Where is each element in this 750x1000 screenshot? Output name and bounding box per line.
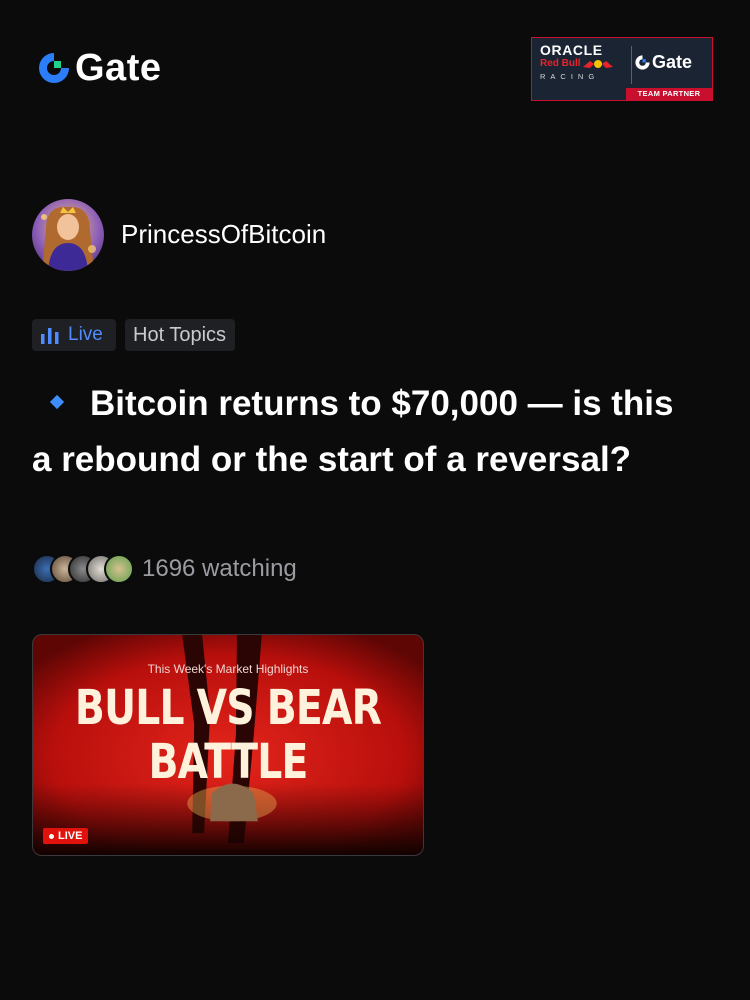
video-title-line2: BATTLE <box>148 734 308 790</box>
tag-live-label: Live <box>68 324 103 345</box>
oracle-text: ORACLE <box>540 42 603 58</box>
tag-hot-topics[interactable]: Hot Topics <box>125 319 235 351</box>
team-partner-strip: TEAM PARTNER <box>626 88 712 100</box>
live-video-card[interactable]: This Week's Market Highlights BULL VS BE… <box>32 634 424 856</box>
diamond-icon <box>49 395 65 410</box>
post-headline[interactable]: Bitcoin returns to $70,000 — is this a r… <box>32 376 692 488</box>
headline-text: Bitcoin returns to $70,000 — is this a r… <box>32 384 674 479</box>
author-avatar[interactable] <box>32 199 104 271</box>
oracle-redbull-logo: ORACLE Red Bull RACING <box>540 43 626 82</box>
author-name[interactable]: PrincessOfBitcoin <box>121 218 326 250</box>
bulls-icon <box>582 60 613 68</box>
partner-gate-text: Gate <box>652 52 693 72</box>
video-title: BULL VS BEAR BATTLE <box>68 681 388 789</box>
gate-logo-icon <box>635 54 650 70</box>
redbull-text: Red Bull <box>540 58 581 69</box>
partner-divider <box>631 46 632 84</box>
watchers-row: 1696 watching <box>32 553 297 585</box>
watcher-avatar <box>104 554 134 584</box>
brand-name: Gate <box>75 47 162 89</box>
partner-badge[interactable]: ORACLE Red Bull RACING Gate TEAM PARTNER <box>531 37 713 101</box>
bar-chart-icon <box>41 328 59 344</box>
live-dot-icon <box>49 833 54 839</box>
video-title-line1: BULL VS BEAR <box>74 680 382 736</box>
princess-avatar-icon <box>41 206 96 271</box>
tag-live[interactable]: Live <box>32 319 116 351</box>
video-subtitle: This Week's Market Highlights <box>147 662 309 676</box>
gate-logo-icon <box>39 53 69 83</box>
racing-text: RACING <box>540 72 600 81</box>
live-badge-label: LIVE <box>58 830 83 842</box>
tag-hot-topics-label: Hot Topics <box>133 323 227 346</box>
watching-count: 1696 watching <box>142 555 297 582</box>
live-badge: LIVE <box>43 828 89 844</box>
gate-logo[interactable]: Gate <box>36 48 161 88</box>
partner-gate-logo: Gate <box>634 52 692 72</box>
